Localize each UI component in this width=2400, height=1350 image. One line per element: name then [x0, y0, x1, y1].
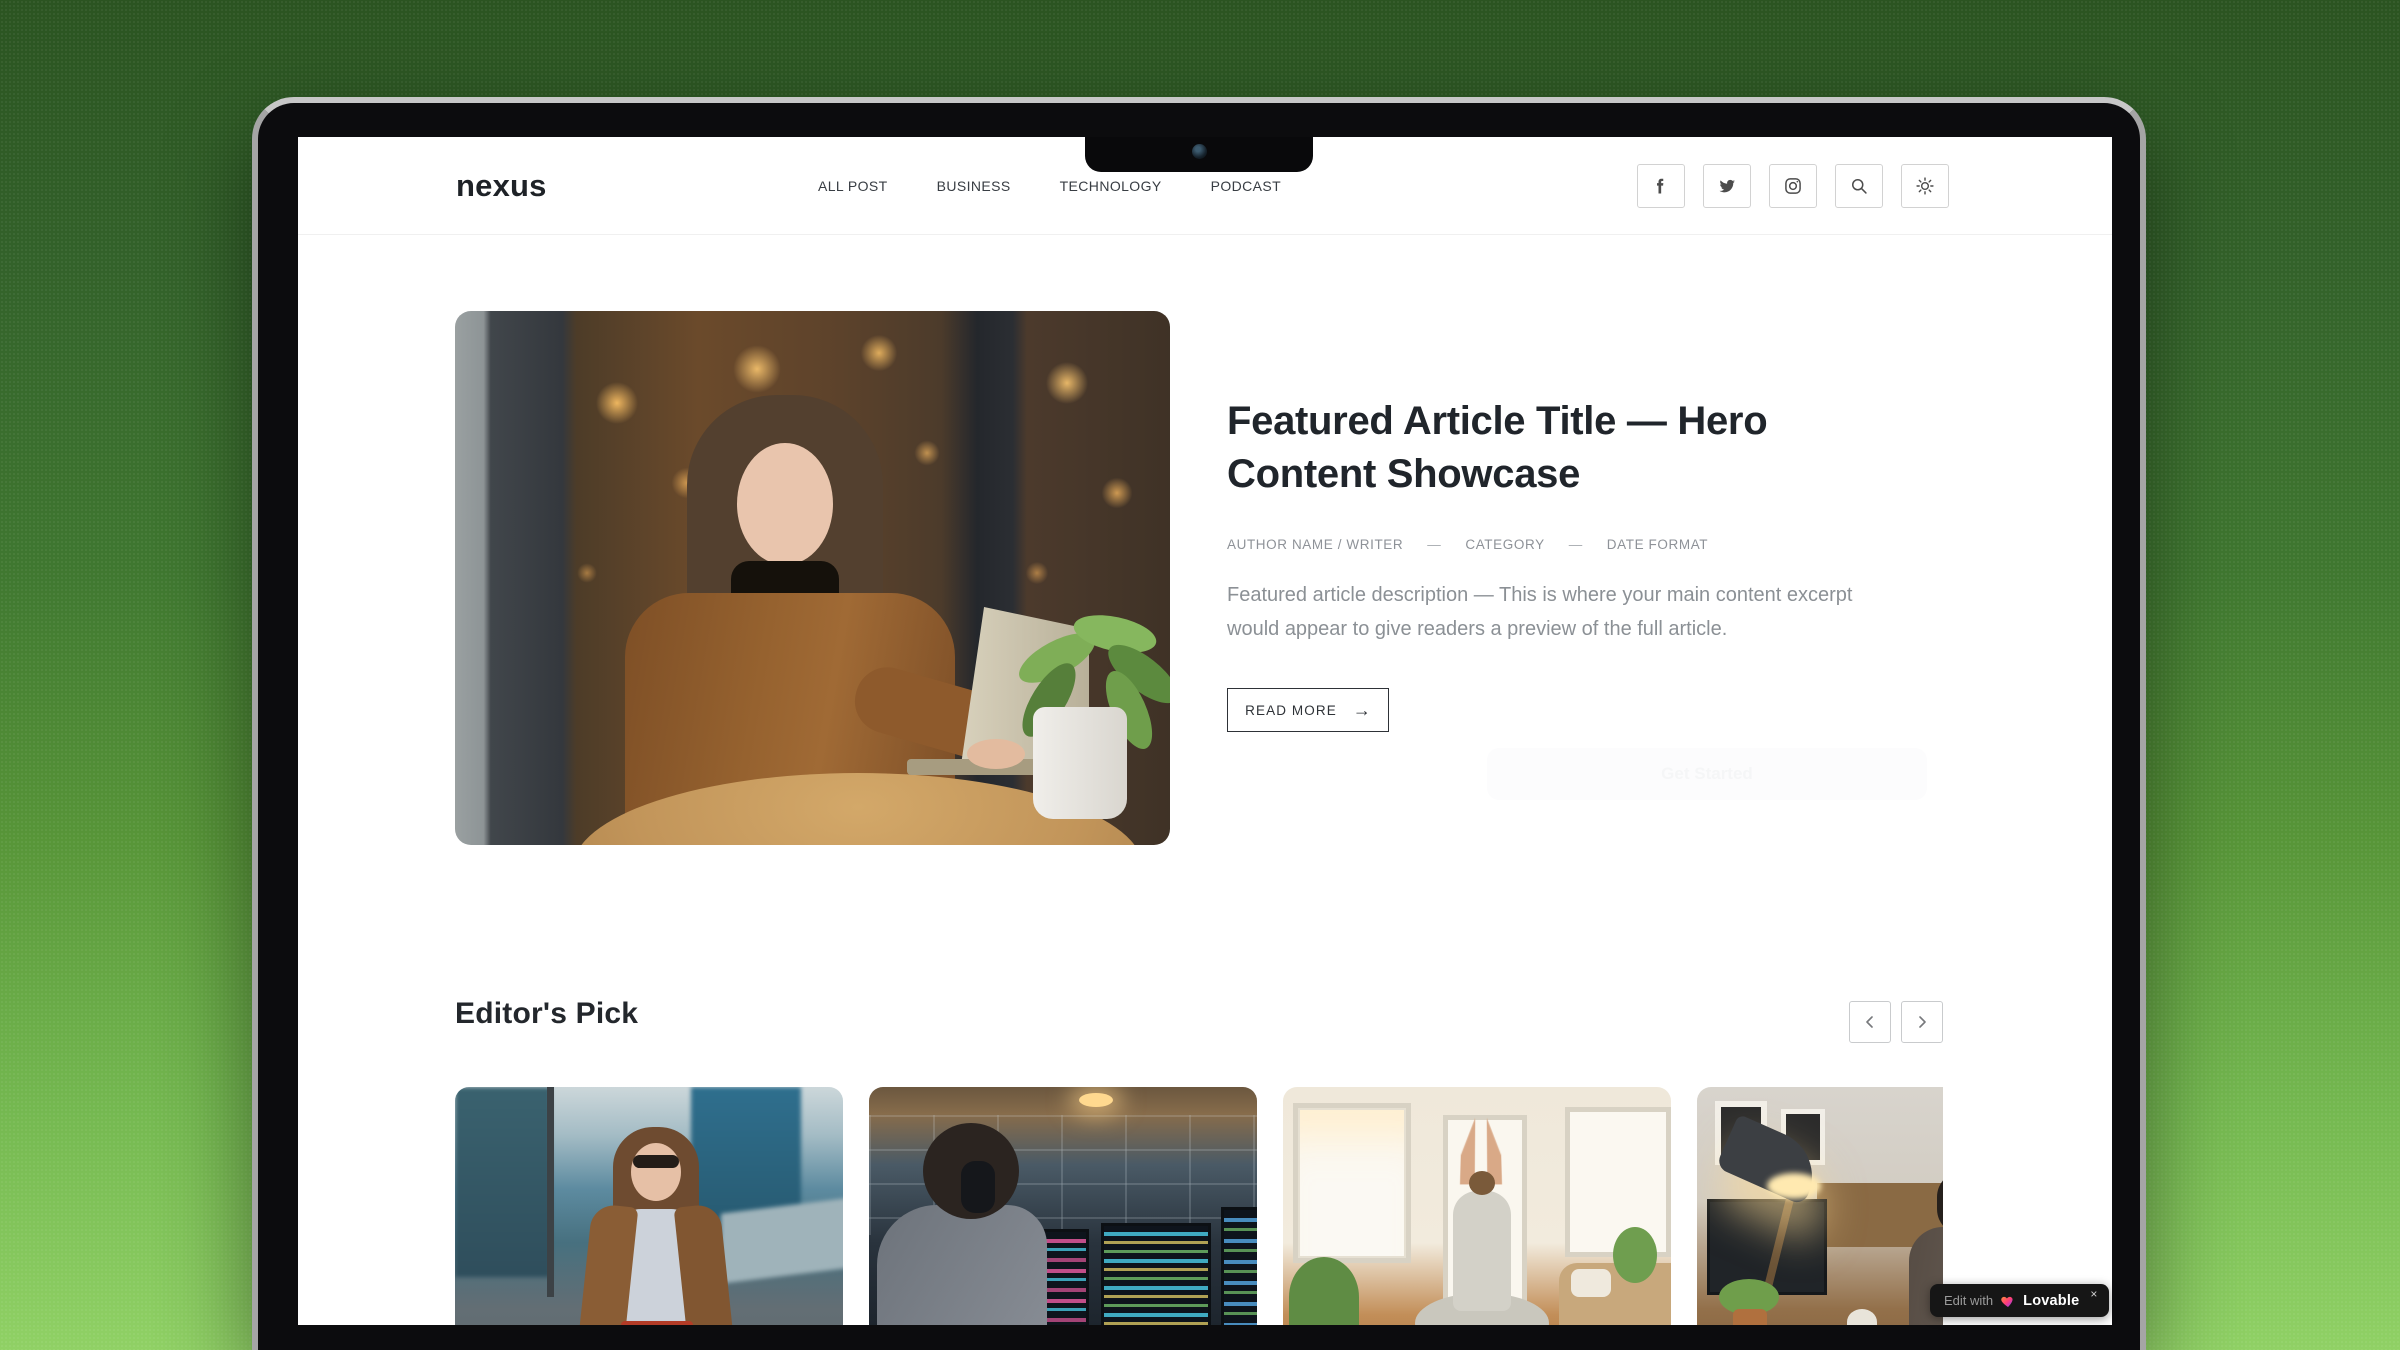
featured-article-meta: AUTHOR NAME / WRITER — CATEGORY — DATE F…: [1227, 537, 1957, 552]
photo-street-pole: [547, 1087, 554, 1297]
photo-code-monitor: [1221, 1207, 1257, 1325]
photo-ceiling-light: [1079, 1093, 1113, 1107]
badge-prefix: Edit with: [1944, 1293, 1993, 1308]
badge-close-icon[interactable]: ×: [2090, 1287, 2097, 1301]
card-developer-workspace-photo[interactable]: [869, 1087, 1257, 1325]
photo-small-pot: [1847, 1309, 1877, 1325]
photo-window: [1565, 1107, 1671, 1257]
featured-article-content: Featured Article Title — Hero Content Sh…: [1227, 395, 1957, 732]
ghost-get-started-button: Get Started: [1487, 748, 1927, 800]
instagram-button[interactable]: [1769, 164, 1817, 208]
search-button[interactable]: [1835, 164, 1883, 208]
photo-hand: [967, 739, 1025, 769]
nav-item-podcast[interactable]: PODCAST: [1211, 178, 1281, 194]
site-logo[interactable]: nexus: [456, 168, 547, 204]
card-home-office-photo[interactable]: [1697, 1087, 1943, 1325]
meta-date: DATE FORMAT: [1607, 537, 1708, 552]
meta-separator: —: [1427, 537, 1441, 552]
photo-headphones: [961, 1161, 995, 1213]
facebook-icon: [1651, 176, 1671, 196]
photo-hair-bun: [1469, 1171, 1495, 1195]
photo-plant-pot: [1033, 707, 1127, 819]
badge-brand: Lovable: [2023, 1293, 2079, 1309]
nav-item-all-post[interactable]: ALL POST: [818, 178, 888, 194]
laptop-screen: nexus ALL POST BUSINESS TECHNOLOGY PODCA…: [298, 137, 2112, 1325]
carousel-track: [455, 1087, 1943, 1325]
photo-code-monitor: [1101, 1223, 1211, 1325]
theme-toggle-button[interactable]: [1901, 164, 1949, 208]
camera-dot: [1192, 144, 1207, 159]
meta-category: CATEGORY: [1465, 537, 1544, 552]
photo-woman-torso: [1453, 1191, 1511, 1311]
nav-item-business[interactable]: BUSINESS: [937, 178, 1011, 194]
featured-article-image[interactable]: [455, 311, 1170, 845]
photo-woman-face: [737, 443, 833, 565]
featured-article-description: Featured article description — This is w…: [1227, 578, 1889, 646]
card-yoga-at-home-photo[interactable]: [1283, 1087, 1671, 1325]
photo-plant: [1289, 1257, 1359, 1325]
chevron-right-icon: [1915, 1015, 1929, 1029]
photo-cushion: [1571, 1269, 1611, 1297]
photo-lamp-glow: [1767, 1173, 1821, 1199]
lovable-heart-icon: [2000, 1293, 2016, 1309]
search-icon: [1849, 176, 1869, 196]
read-more-label: READ MORE: [1245, 703, 1337, 718]
photo-window: [1293, 1103, 1411, 1263]
photo-man-body: [877, 1205, 1047, 1325]
twitter-button[interactable]: [1703, 164, 1751, 208]
sun-icon: [1915, 176, 1935, 196]
editors-pick-heading: Editor's Pick: [455, 997, 638, 1031]
photo-plant: [1613, 1227, 1657, 1283]
header-icon-row: [1637, 164, 1949, 208]
editors-pick-carousel: [455, 1087, 1943, 1325]
read-more-button[interactable]: READ MORE →: [1227, 688, 1389, 732]
desktop-background: nexus ALL POST BUSINESS TECHNOLOGY PODCA…: [0, 0, 2400, 1350]
carousel-prev-button[interactable]: [1849, 1001, 1891, 1043]
laptop-notch: [1085, 137, 1313, 172]
chevron-left-icon: [1863, 1015, 1877, 1029]
facebook-button[interactable]: [1637, 164, 1685, 208]
photo-red-belt: [621, 1321, 693, 1325]
photo-building: [455, 1087, 551, 1277]
meta-separator: —: [1569, 537, 1583, 552]
twitter-icon: [1717, 176, 1737, 196]
nav-item-technology[interactable]: TECHNOLOGY: [1060, 178, 1162, 194]
photo-sunglasses: [633, 1155, 679, 1168]
photo-plant-pot: [1733, 1309, 1767, 1325]
card-street-style-photo[interactable]: [455, 1087, 843, 1325]
lovable-badge[interactable]: Edit with Lovable ×: [1930, 1284, 2109, 1317]
meta-author: AUTHOR NAME / WRITER: [1227, 537, 1403, 552]
photo-woman-face: [631, 1143, 681, 1201]
arrow-right-icon: →: [1353, 700, 1371, 721]
carousel-next-button[interactable]: [1901, 1001, 1943, 1043]
featured-article-title: Featured Article Title — Hero Content Sh…: [1227, 395, 1872, 501]
instagram-icon: [1783, 176, 1803, 196]
